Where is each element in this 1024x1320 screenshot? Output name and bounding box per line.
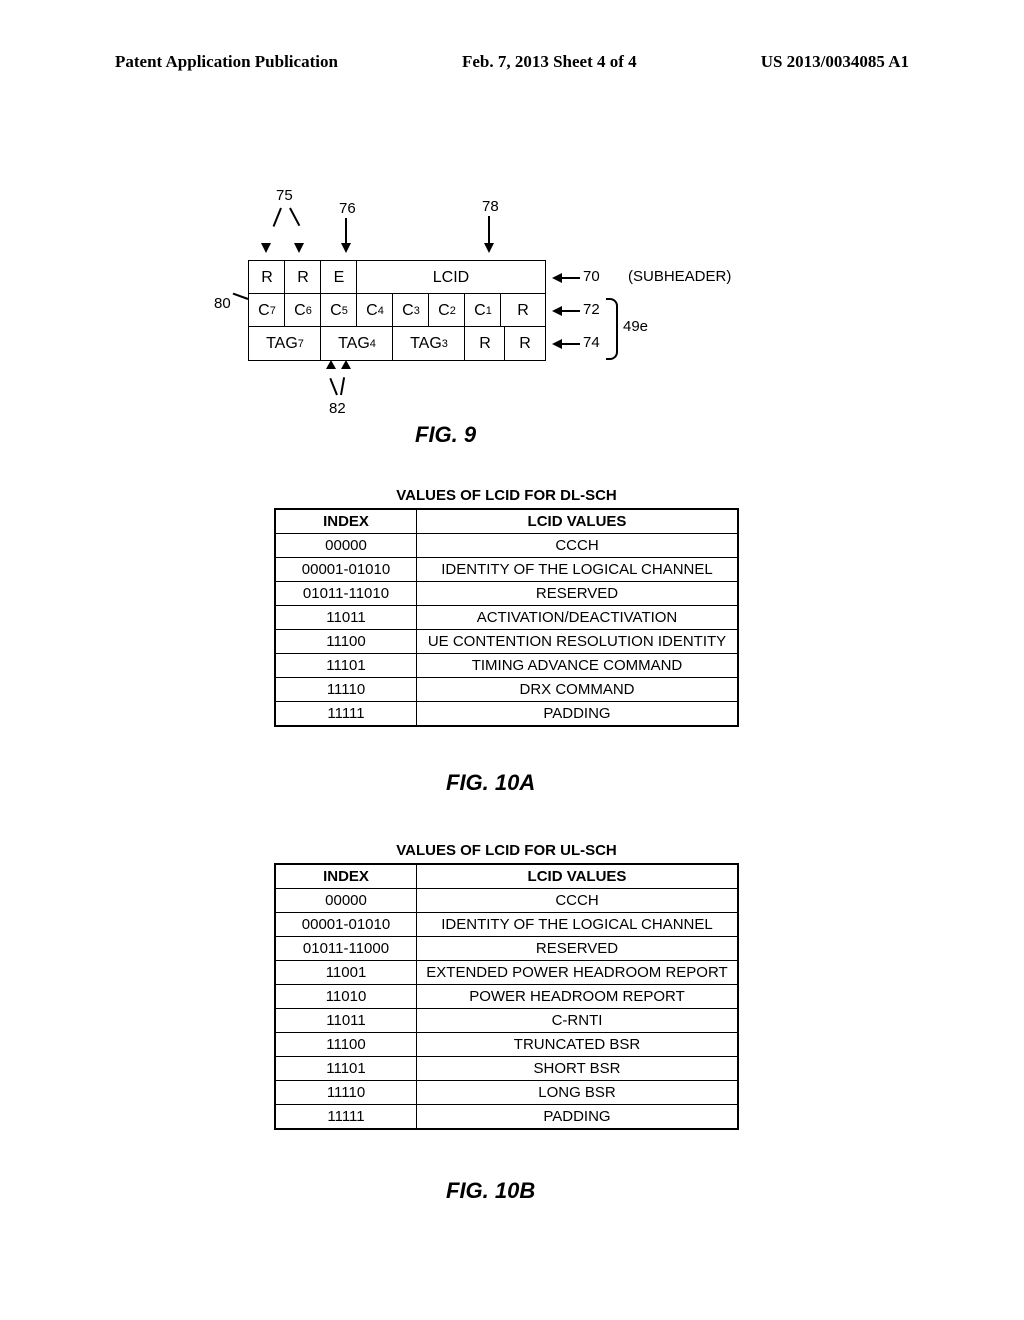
ref-label-75: 75 [276,187,293,204]
table-row: 11100UE CONTENTION RESOLUTION IDENTITY [275,630,738,654]
ref-label-70: 70 [583,268,600,285]
table-row: 00000CCCH [275,889,738,913]
cell-r: R [248,260,286,295]
table-row: 11111PADDING [275,702,738,727]
cell-c1: C1 [464,293,502,328]
table-10a-block: VALUES OF LCID FOR DL-SCH INDEX LCID VAL… [274,487,739,727]
table-row: 11011C-RNTI [275,1009,738,1033]
ref-label-76: 76 [339,200,356,217]
header-index: INDEX [275,509,417,534]
table-row: 11001EXTENDED POWER HEADROOM REPORT [275,961,738,985]
table-10b-title: VALUES OF LCID FOR UL-SCH [274,842,739,859]
cell-r: R [284,260,322,295]
figure-10b-caption: FIG. 10B [446,1178,535,1204]
table-row: 11100TRUNCATED BSR [275,1033,738,1057]
table-row: 11010POWER HEADROOM REPORT [275,985,738,1009]
table-row: 00000CCCH [275,534,738,558]
ref-label-72: 72 [583,301,600,318]
table-row: 00001-01010IDENTITY OF THE LOGICAL CHANN… [275,558,738,582]
brace-icon [606,298,618,360]
cell-lcid: LCID [356,260,546,295]
ref-label-74: 74 [583,334,600,351]
table-header-row: INDEX LCID VALUES [275,864,738,889]
table-row: 11110LONG BSR [275,1081,738,1105]
table-row: 11101SHORT BSR [275,1057,738,1081]
lcid-dl-sch-table: INDEX LCID VALUES 00000CCCH 00001-01010I… [274,508,739,727]
table-row: 11110DRX COMMAND [275,678,738,702]
table-row: 00001-01010IDENTITY OF THE LOGICAL CHANN… [275,913,738,937]
cell-r: R [464,326,506,361]
table-header-row: INDEX LCID VALUES [275,509,738,534]
table-row: 01011-11010RESERVED [275,582,738,606]
header-index: INDEX [275,864,417,889]
table-10b-block: VALUES OF LCID FOR UL-SCH INDEX LCID VAL… [274,842,739,1130]
ref-label-78: 78 [482,198,499,215]
header-values: LCID VALUES [417,864,739,889]
page-header: Patent Application Publication Feb. 7, 2… [0,52,1024,72]
cell-tag4: TAG4 [320,326,394,361]
table-row: 01011-11000RESERVED [275,937,738,961]
cell-tag7: TAG7 [248,326,322,361]
cell-r: R [500,293,546,328]
table-row: 11011ACTIVATION/DEACTIVATION [275,606,738,630]
cell-tag3: TAG3 [392,326,466,361]
ref-label-82: 82 [329,400,346,417]
header-values: LCID VALUES [417,509,739,534]
figure-10a-caption: FIG. 10A [446,770,535,796]
cell-e: E [320,260,358,295]
figure-9-caption: FIG. 9 [415,422,476,448]
subheader-label: (SUBHEADER) [628,268,731,285]
table-row: 11101TIMING ADVANCE COMMAND [275,654,738,678]
date-sheet-label: Feb. 7, 2013 Sheet 4 of 4 [462,52,637,72]
lcid-ul-sch-table: INDEX LCID VALUES 00000CCCH 00001-01010I… [274,863,739,1130]
ref-label-49e: 49e [623,318,648,335]
cell-c7: C7 [248,293,286,328]
publication-label: Patent Application Publication [115,52,338,72]
cell-c2: C2 [428,293,466,328]
cell-c5: C5 [320,293,358,328]
cell-c4: C4 [356,293,394,328]
ref-label-80: 80 [214,295,231,312]
table-10a-title: VALUES OF LCID FOR DL-SCH [274,487,739,504]
table-row: 11111PADDING [275,1105,738,1130]
cell-c6: C6 [284,293,322,328]
cell-c3: C3 [392,293,430,328]
patent-number: US 2013/0034085 A1 [761,52,909,72]
cell-r: R [504,326,546,361]
